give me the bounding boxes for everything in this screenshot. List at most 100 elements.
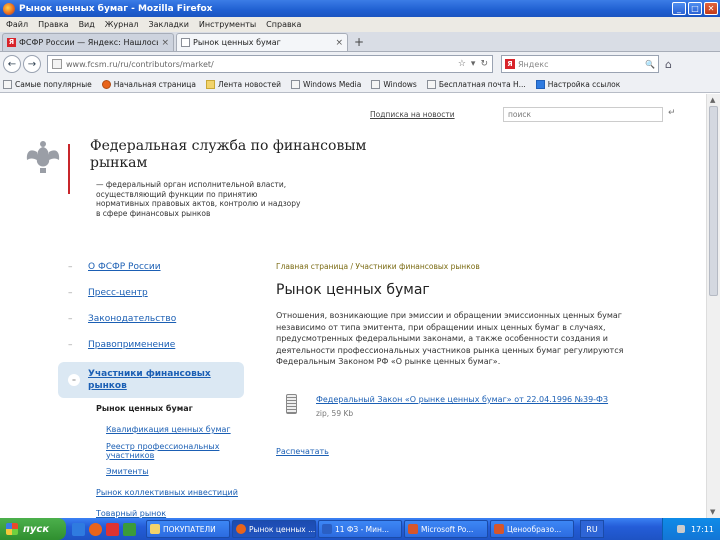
- new-tab-button[interactable]: +: [350, 33, 368, 51]
- menu-view[interactable]: Вид: [79, 20, 95, 29]
- menu-bookmarks[interactable]: Закладки: [148, 20, 188, 29]
- task-powerpoint[interactable]: Microsoft Po...: [404, 520, 488, 538]
- zip-file-icon: [286, 394, 297, 414]
- sidebar-item-label: Пресс-центр: [88, 288, 148, 298]
- url-bar[interactable]: www.fcsm.ru/ru/contributors/market/ ☆ ▾ …: [47, 55, 493, 73]
- sidebar-item-press[interactable]: – Пресс-центр: [58, 280, 244, 306]
- bullet-dash: –: [68, 314, 73, 324]
- firefox-icon: [101, 79, 111, 89]
- language-indicator[interactable]: RU: [580, 520, 604, 538]
- tab-close-icon[interactable]: ×: [161, 38, 169, 48]
- scrollbar-thumb[interactable]: [709, 106, 718, 296]
- scroll-up-icon[interactable]: ▲: [710, 96, 715, 104]
- ie-icon: [535, 79, 545, 89]
- submenu-qualification[interactable]: Квалификация ценных бумаг: [58, 419, 244, 440]
- star-icon[interactable]: ☆: [458, 59, 466, 69]
- submenu-commodity-market[interactable]: Товарный рынок: [58, 503, 244, 518]
- maximize-button[interactable]: □: [688, 2, 702, 15]
- menu-help[interactable]: Справка: [266, 20, 301, 29]
- page-scrollbar[interactable]: ▲ ▼: [706, 94, 720, 518]
- body-text: Отношения, возникающие при эмиссии и обр…: [276, 311, 624, 366]
- close-button[interactable]: ✕: [704, 2, 718, 15]
- page-title: Рынок ценных бумаг: [276, 282, 430, 298]
- back-button[interactable]: ←: [3, 55, 21, 73]
- sidebar-item-label: Правоприменение: [88, 340, 176, 350]
- reload-icon[interactable]: ↻: [480, 59, 488, 69]
- print-link[interactable]: Распечатать: [276, 447, 329, 456]
- media-icon[interactable]: [106, 522, 119, 536]
- bookmark-icon: [3, 79, 12, 89]
- submenu-issuers[interactable]: Эмитенты: [58, 461, 244, 482]
- search-placeholder[interactable]: Яндекс: [518, 60, 645, 69]
- task-word[interactable]: 11 ФЗ - Мин...: [318, 520, 402, 538]
- menu-history[interactable]: Журнал: [105, 20, 139, 29]
- tab-close-icon[interactable]: ×: [335, 38, 343, 48]
- powerpoint-icon: [408, 524, 418, 534]
- sidebar-item-about[interactable]: – О ФСФР России: [58, 254, 244, 280]
- bookmark-news-feed[interactable]: Лента новостей: [205, 79, 281, 89]
- enter-icon[interactable]: ↵: [668, 108, 676, 118]
- page-icon: [290, 79, 300, 89]
- tab-yandex[interactable]: Я ФСФР России — Яндекс: Нашлось 1 тыс...…: [2, 33, 174, 51]
- bookmark-windows-media[interactable]: Windows Media: [290, 79, 361, 89]
- home-icon[interactable]: ⌂: [665, 58, 672, 71]
- file-meta: zip, 59 Kb: [316, 409, 354, 418]
- subscribe-news-link[interactable]: Подписка на новости: [370, 110, 455, 119]
- scroll-down-icon[interactable]: ▼: [710, 508, 715, 516]
- law-download-link[interactable]: Федеральный Закон «О рынке ценных бумаг»…: [316, 395, 646, 404]
- dropdown-icon[interactable]: ▾: [471, 59, 476, 69]
- site-search-input[interactable]: поиск: [503, 107, 663, 122]
- word-icon: [322, 524, 332, 534]
- firefox-icon: [3, 2, 15, 15]
- system-tray: 17:11: [662, 518, 720, 540]
- bullet-dash: –: [68, 340, 73, 350]
- bullet-dash: –: [68, 374, 80, 386]
- minimize-button[interactable]: _: [672, 2, 686, 15]
- sidebar-item-legislation[interactable]: – Законодательство: [58, 306, 244, 332]
- task-firefox[interactable]: Рынок ценных ...: [232, 520, 316, 538]
- desktop-icon[interactable]: [123, 522, 136, 536]
- bookmark-windows[interactable]: Windows: [371, 79, 417, 89]
- start-button[interactable]: пуск: [0, 518, 66, 540]
- bookmark-home-page[interactable]: Начальная страница: [101, 79, 196, 89]
- brand-red-bar: [68, 144, 70, 194]
- sidebar-item-enforcement[interactable]: – Правоприменение: [58, 332, 244, 358]
- ie-icon[interactable]: [72, 522, 85, 536]
- firefox-icon[interactable]: [89, 522, 102, 536]
- breadcrumb[interactable]: Главная страница / Участники финансовых …: [276, 262, 480, 271]
- navigation-bar: ← → www.fcsm.ru/ru/contributors/market/ …: [0, 52, 720, 76]
- url-text[interactable]: www.fcsm.ru/ru/contributors/market/: [66, 60, 453, 69]
- submenu-collective-investments[interactable]: Рынок коллективных инвестиций: [58, 482, 244, 503]
- rss-folder-icon: [205, 79, 215, 89]
- bookmark-customize-links[interactable]: Настройка ссылок: [535, 79, 620, 89]
- folder-icon: [150, 524, 160, 534]
- submenu-securities-market[interactable]: Рынок ценных бумаг: [58, 398, 244, 419]
- menu-tools[interactable]: Инструменты: [199, 20, 256, 29]
- submenu-registry[interactable]: Реестр профессиональных участников: [58, 440, 244, 461]
- tab-label: ФСФР России — Яндекс: Нашлось 1 тыс...: [19, 38, 159, 47]
- search-input[interactable]: Я Яндекс 🔍: [501, 55, 659, 73]
- site-identity-icon[interactable]: [52, 59, 62, 69]
- windows-icon: [371, 79, 381, 89]
- menu-file[interactable]: Файл: [6, 20, 28, 29]
- search-icon[interactable]: 🔍: [645, 60, 655, 69]
- org-name[interactable]: Федеральная служба по финансовым рынкам: [90, 138, 380, 172]
- firefox-icon: [236, 524, 246, 534]
- bookmark-free-mail[interactable]: Бесплатная почта H...: [426, 79, 526, 89]
- window-title: Рынок ценных бумаг - Mozilla Firefox: [19, 3, 213, 14]
- powerpoint-icon: [494, 524, 504, 534]
- sidebar-nav: – О ФСФР России – Пресс-центр – Законода…: [58, 254, 244, 518]
- task-pricing[interactable]: Ценообразо...: [490, 520, 574, 538]
- sidebar-item-participants[interactable]: – Участники финансовых рынков: [58, 362, 244, 398]
- bookmarks-bar: Самые популярные Начальная страница Лент…: [0, 76, 720, 93]
- task-buyers[interactable]: ПОКУПАТЕЛИ: [146, 520, 230, 538]
- forward-button[interactable]: →: [23, 55, 41, 73]
- bookmark-most-visited[interactable]: Самые популярные: [3, 79, 92, 89]
- bullet-dash: –: [68, 262, 73, 272]
- sidebar-item-label: Законодательство: [88, 314, 177, 324]
- yandex-icon: Я: [505, 59, 515, 69]
- menu-edit[interactable]: Правка: [38, 20, 68, 29]
- tray-icon[interactable]: [676, 525, 685, 533]
- tab-market[interactable]: Рынок ценных бумаг ×: [176, 33, 348, 51]
- clock[interactable]: 17:11: [691, 525, 714, 534]
